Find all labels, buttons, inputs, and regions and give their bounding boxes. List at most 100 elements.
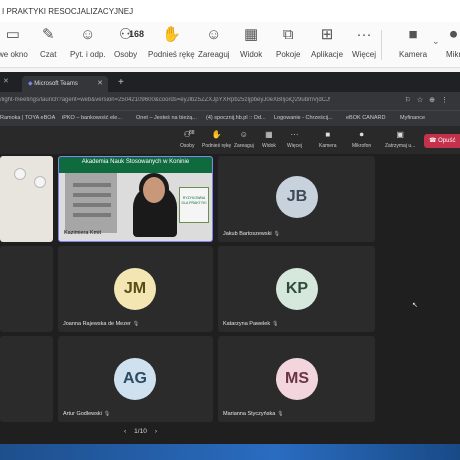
meeting-toolbar: ▭ we okno ✎ Czat ☺ Pyt. i odp. ⚇ 168 Oso… [0, 22, 460, 68]
participant-tile[interactable] [0, 336, 53, 422]
new-window-button[interactable]: ▭ we okno [0, 26, 28, 59]
apps-button[interactable]: ⊞ Aplikacje [311, 26, 343, 59]
video-banner: Akademia Nauk Stosowanych w Koninie [59, 157, 212, 173]
inner-camera-button[interactable]: ■ Kamera [319, 130, 337, 149]
building-image [65, 173, 117, 233]
inner-more-label: Więcej [287, 143, 303, 149]
bookmark-item[interactable]: Ramoka | TOYA eBOA [0, 115, 55, 121]
mic-muted-icon: 🎙 [273, 231, 280, 237]
toolbar-divider [381, 30, 382, 60]
camera-label: Kamera [399, 50, 428, 59]
ellipsis-icon: ··· [290, 130, 299, 139]
participant-tile[interactable] [0, 246, 53, 332]
qa-icon: ☺ [80, 26, 96, 43]
page-indicator: 1/10 [134, 428, 147, 435]
react-button[interactable]: ☺ Zareaguj [198, 26, 230, 59]
bookmark-item[interactable]: Logowanie - Chrześcij... [274, 115, 333, 121]
bookmark-item[interactable]: iPKO – bankowość ele... [62, 115, 122, 121]
bookmark-item[interactable]: Onet – Jesteś na bieżą... [136, 115, 197, 121]
inner-raise-hand-button[interactable]: ✋ Podnieś rękę [202, 130, 231, 149]
lamp-shape [14, 168, 26, 180]
inner-share-label: Zatrzymaj u... [385, 143, 416, 149]
participant-tile[interactable] [0, 156, 53, 242]
view-label: Widok [240, 50, 263, 59]
participant-tile[interactable]: MS Marianna Styczyńska 🎙 [218, 336, 375, 422]
participant-name: Marianna Styczyńska 🎙 [223, 411, 284, 417]
rooms-icon: ⧉ [282, 26, 294, 43]
mic-muted-icon: 🎙 [272, 321, 279, 327]
tab-close-icon[interactable]: ✕ [97, 79, 103, 87]
inner-people-label: Osoby [180, 143, 195, 149]
participant-tile[interactable]: KP Katarzyna Pawelek 🎙 [218, 246, 375, 332]
avatar: KP [276, 268, 318, 310]
react-label: Zareaguj [198, 50, 230, 59]
phone-icon: ☎ [429, 138, 439, 144]
browser-action-icons[interactable]: ⚐☆⊕⋮ [405, 96, 454, 104]
camera-button[interactable]: ■ Kamera [399, 26, 427, 59]
hand-icon: ✋ [162, 26, 181, 43]
tab-title: Microsoft Teams [34, 81, 78, 87]
inner-people-button[interactable]: ⚇ 88 Osoby [180, 130, 195, 149]
chat-button[interactable]: ✎ Czat [40, 26, 56, 59]
mouse-cursor-icon: ↖ [412, 302, 418, 309]
chevron-down-icon[interactable]: ⌄ [432, 36, 440, 47]
people-label: Osoby [114, 50, 138, 59]
grid-icon: ▦ [265, 130, 273, 139]
new-tab-icon[interactable]: + [118, 77, 124, 88]
inner-view-button[interactable]: ▦ Widok [262, 130, 276, 149]
mic-button[interactable]: ⏺ Mikr [446, 26, 460, 59]
participant-video-tile[interactable]: Akademia Nauk Stosowanych w Koninie RYZY… [58, 156, 213, 242]
previous-page-icon[interactable]: ‹ [124, 428, 126, 435]
bookmark-item[interactable]: (4) spocznij.hb.pl :: Od... [206, 115, 266, 121]
camera-icon: ■ [408, 26, 418, 43]
hand-icon: ✋ [211, 130, 222, 139]
inner-mic-label: Mikrofon [352, 143, 372, 149]
more-button[interactable]: ··· Więcej [352, 26, 376, 59]
chat-label: Czat [40, 50, 57, 59]
bookmark-item[interactable]: Myfinance [400, 115, 425, 121]
screen: I PRAKTYKI RESOCJALIZACYJNEJ ▭ we okno ✎… [0, 0, 460, 460]
url-field[interactable]: /light-meetings/launch?agent=web&version… [0, 97, 330, 103]
inner-react-button[interactable]: ☺ Zareaguj [234, 130, 254, 149]
avatar: MS [276, 358, 318, 400]
inner-camera-label: Kamera [319, 143, 337, 149]
meeting-stage: ⚇ 88 Osoby ✋ Podnieś rękę ☺ Zareaguj ▦ W… [0, 126, 460, 444]
inner-people-count: 88 [189, 130, 195, 136]
inner-meeting-toolbar: ⚇ 88 Osoby ✋ Podnieś rękę ☺ Zareaguj ▦ W… [0, 126, 460, 154]
rooms-button[interactable]: ⧉ Pokoje [276, 26, 300, 59]
raise-hand-label: Podnieś rękę [148, 50, 195, 59]
inner-share-button[interactable]: ▣ Zatrzymaj u... [385, 130, 415, 149]
mic-muted-icon: 🎙 [277, 411, 284, 417]
qa-label: Pyt. i odp. [70, 50, 106, 59]
view-button[interactable]: ▦ Widok [240, 26, 262, 59]
raise-hand-button[interactable]: ✋ Podnieś rękę [148, 26, 195, 59]
qa-button[interactable]: ☺ Pyt. i odp. [70, 26, 106, 59]
participant-tile[interactable]: AG Artur Godlewski 🎙 [58, 336, 213, 422]
next-page-icon[interactable]: › [155, 428, 157, 435]
smile-icon: ☺ [239, 130, 248, 139]
mic-muted-icon: 🎙 [132, 321, 140, 327]
people-button[interactable]: ⚇ 168 Osoby [114, 26, 144, 59]
inner-view-label: Widok [262, 143, 276, 149]
browser-tab-bar: ✕ ◆ Microsoft Teams ✕ + [0, 72, 460, 92]
plus-icon: ⊞ [320, 26, 334, 43]
leave-button[interactable]: ☎ Opuść [424, 134, 460, 148]
chat-icon: ✎ [41, 26, 55, 43]
window-title: I PRAKTYKI RESOCJALIZACYJNEJ [0, 0, 460, 22]
participant-tile[interactable]: JM Joanna Rajewska de Mezer 🎙 [58, 246, 213, 332]
inner-more-button[interactable]: ··· Więcej [287, 130, 302, 149]
mic-label: Mikr [446, 50, 460, 59]
bookmark-item[interactable]: eBOK CANARD [346, 115, 385, 121]
more-label: Więcej [352, 50, 377, 59]
ellipsis-icon: ··· [356, 26, 372, 43]
avatar: JB [276, 176, 318, 218]
browser-tab[interactable]: ◆ Microsoft Teams ✕ [22, 76, 108, 92]
inner-mic-button[interactable]: ⏺ Mikrofon [352, 130, 371, 149]
avatar: AG [114, 358, 156, 400]
close-icon[interactable]: ✕ [3, 77, 9, 85]
avatar: JM [114, 268, 156, 310]
participant-tile[interactable]: JB Jakub Bartoszewski 🎙 [218, 156, 375, 242]
lamp-shape [34, 176, 46, 188]
grid-icon: ▦ [244, 26, 259, 43]
smile-icon: ☺ [206, 26, 222, 43]
